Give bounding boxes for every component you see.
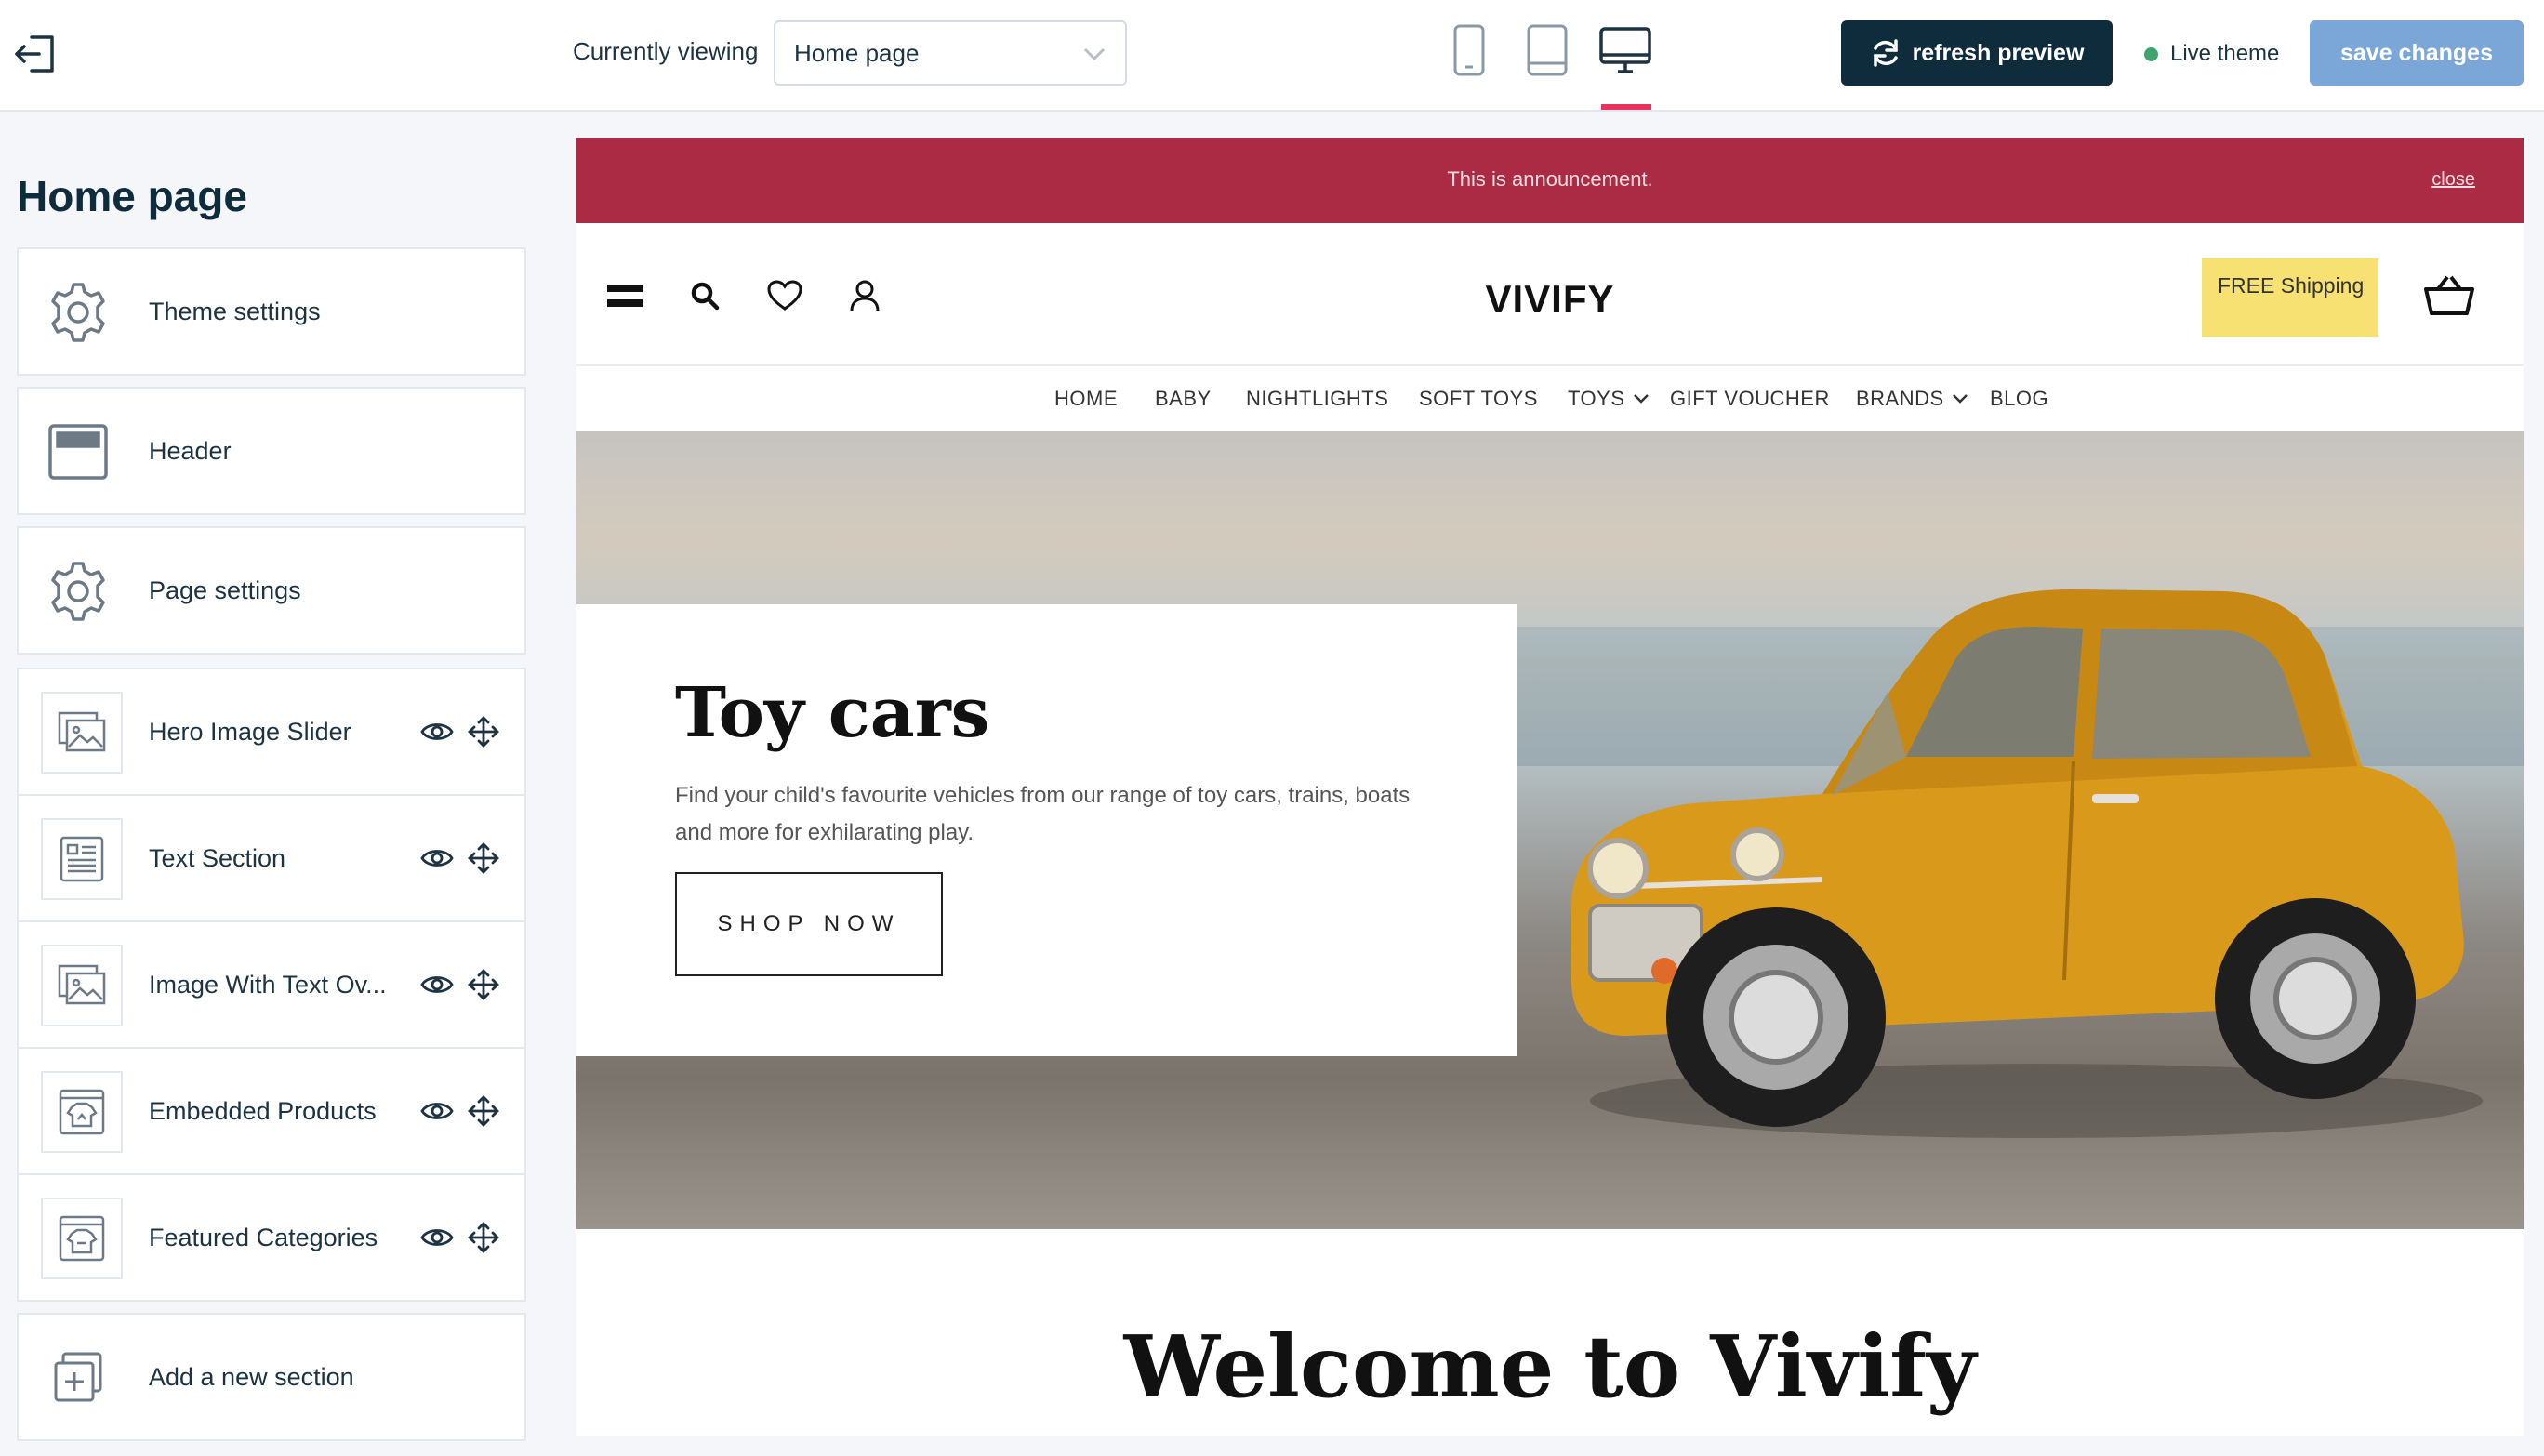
visibility-eye-icon[interactable] xyxy=(418,713,456,750)
visibility-eye-icon[interactable] xyxy=(418,966,456,1003)
nav-label: TOYS xyxy=(1568,387,1625,410)
page-select-value: Home page xyxy=(794,38,920,67)
text-section-icon xyxy=(41,818,123,900)
nav-item-home[interactable]: HOME xyxy=(1054,387,1118,411)
page-select[interactable]: Home page xyxy=(774,20,1127,86)
announcement-close-link[interactable]: close xyxy=(2431,169,2475,191)
search-icon[interactable] xyxy=(684,275,725,316)
refresh-preview-button[interactable]: refresh preview xyxy=(1841,20,2113,86)
sidebar-item-add-new-section[interactable]: Add a new section xyxy=(17,1313,526,1441)
hero-description: Find your child's favourite vehicles fro… xyxy=(675,783,1411,845)
sections-sidebar: Home page Theme settings Header Page set… xyxy=(0,113,552,1456)
desktop-icon xyxy=(1599,27,1651,73)
sidebar-item-label: Page settings xyxy=(149,576,301,604)
sidebar-item-label: Hero Image Slider xyxy=(149,717,351,746)
add-section-icon xyxy=(45,1344,112,1411)
nav-item-blog[interactable]: BLOG xyxy=(1990,387,2048,411)
editor-topbar: Currently viewing Home page refresh prev… xyxy=(0,0,2544,112)
sidebar-item-theme-settings[interactable]: Theme settings xyxy=(17,247,526,376)
free-shipping-badge: FREE Shipping xyxy=(2202,258,2378,337)
chevron-down-icon xyxy=(1083,47,1106,61)
sidebar-title: Home page xyxy=(17,172,247,220)
wishlist-heart-icon[interactable] xyxy=(764,275,805,316)
mobile-icon xyxy=(1453,24,1485,76)
sidebar-item-image-with-text-overlay[interactable]: Image With Text Ov... xyxy=(17,920,526,1049)
chevron-down-icon xyxy=(1633,394,1649,404)
nav-label: BLOG xyxy=(1990,387,2049,410)
visibility-eye-icon[interactable] xyxy=(418,1092,456,1130)
nav-item-baby[interactable]: BABY xyxy=(1155,387,1212,411)
shop-now-button[interactable]: SHOP NOW xyxy=(675,872,943,976)
store-preview: This is announcement. close VIVIFY FREE … xyxy=(576,138,2524,1436)
sidebar-item-label: Header xyxy=(149,436,232,465)
gear-icon xyxy=(45,558,112,625)
sidebar-item-page-settings[interactable]: Page settings xyxy=(17,526,526,655)
menu-icon[interactable] xyxy=(604,275,645,316)
visibility-eye-icon[interactable] xyxy=(418,1219,456,1256)
hero-title: Toy cars xyxy=(675,673,990,753)
tablet-icon xyxy=(1527,24,1568,76)
currently-viewing-label: Currently viewing xyxy=(573,37,759,65)
welcome-heading: Welcome to Vivify xyxy=(1123,1317,1977,1417)
nav-item-soft-toys[interactable]: SOFT TOYS xyxy=(1419,387,1538,411)
refresh-icon xyxy=(1873,39,1898,67)
store-navigation: HOME BABY NIGHTLIGHTS SOFT TOYS TOYS GIF… xyxy=(576,366,2524,431)
toy-car-image xyxy=(1571,589,2483,1138)
tablet-view-button[interactable] xyxy=(1517,20,1577,80)
chevron-down-icon xyxy=(1952,394,1968,404)
sidebar-item-label: Image With Text Ov... xyxy=(149,970,387,999)
header-layout-icon xyxy=(45,418,112,485)
sidebar-item-label: Featured Categories xyxy=(149,1223,378,1251)
hero-text-overlay: Toy cars Find your child's favourite veh… xyxy=(576,604,1517,1056)
sidebar-item-label: Add a new section xyxy=(149,1362,354,1391)
gear-icon xyxy=(45,279,112,346)
desktop-view-button[interactable] xyxy=(1596,20,1655,80)
nav-label: GIFT VOUCHER xyxy=(1670,387,1830,410)
nav-item-toys[interactable]: TOYS xyxy=(1568,387,1650,411)
nav-label: NIGHTLIGHTS xyxy=(1246,387,1389,410)
mobile-view-button[interactable] xyxy=(1439,20,1499,80)
nav-label: BRANDS xyxy=(1856,387,1944,410)
nav-item-gift-voucher[interactable]: GIFT VOUCHER xyxy=(1670,387,1830,411)
sidebar-item-label: Embedded Products xyxy=(149,1096,377,1125)
nav-label: HOME xyxy=(1054,387,1118,410)
sidebar-item-text-section[interactable]: Text Section xyxy=(17,794,526,922)
active-device-indicator xyxy=(1601,104,1651,110)
exit-button[interactable] xyxy=(7,26,63,82)
drag-move-icon[interactable] xyxy=(465,966,502,1003)
visibility-eye-icon[interactable] xyxy=(418,840,456,877)
drag-move-icon[interactable] xyxy=(465,1219,502,1256)
nav-label: BABY xyxy=(1155,387,1212,410)
sidebar-item-label: Text Section xyxy=(149,843,286,872)
basket-icon[interactable] xyxy=(2421,270,2477,322)
refresh-preview-label: refresh preview xyxy=(1912,39,2085,66)
nav-item-nightlights[interactable]: NIGHTLIGHTS xyxy=(1246,387,1388,411)
sidebar-item-hero-image-slider[interactable]: Hero Image Slider xyxy=(17,668,526,796)
account-user-icon[interactable] xyxy=(844,275,885,316)
announcement-text: This is announcement. xyxy=(1447,167,1653,191)
drag-move-icon[interactable] xyxy=(465,713,502,750)
nav-label: SOFT TOYS xyxy=(1419,387,1538,410)
sidebar-item-featured-categories[interactable]: Featured Categories xyxy=(17,1173,526,1302)
hero-image-slider: Toy cars Find your child's favourite veh… xyxy=(576,431,2524,1229)
sidebar-item-header[interactable]: Header xyxy=(17,387,526,515)
exit-icon xyxy=(15,35,54,73)
nav-item-brands[interactable]: BRANDS xyxy=(1856,387,1968,411)
store-header: VIVIFY FREE Shipping xyxy=(576,223,2524,366)
drag-move-icon[interactable] xyxy=(465,1092,502,1130)
save-changes-button[interactable]: save changes xyxy=(2310,20,2524,86)
image-slider-icon xyxy=(41,692,123,774)
products-icon xyxy=(41,1071,123,1153)
sidebar-item-embedded-products[interactable]: Embedded Products xyxy=(17,1047,526,1175)
live-status-dot xyxy=(2144,47,2158,61)
categories-icon xyxy=(41,1198,123,1279)
drag-move-icon[interactable] xyxy=(465,840,502,877)
announcement-bar: This is announcement. close xyxy=(576,138,2524,223)
image-icon xyxy=(41,945,123,1026)
sidebar-item-label: Theme settings xyxy=(149,297,321,325)
live-theme-label: Live theme xyxy=(2170,41,2280,66)
